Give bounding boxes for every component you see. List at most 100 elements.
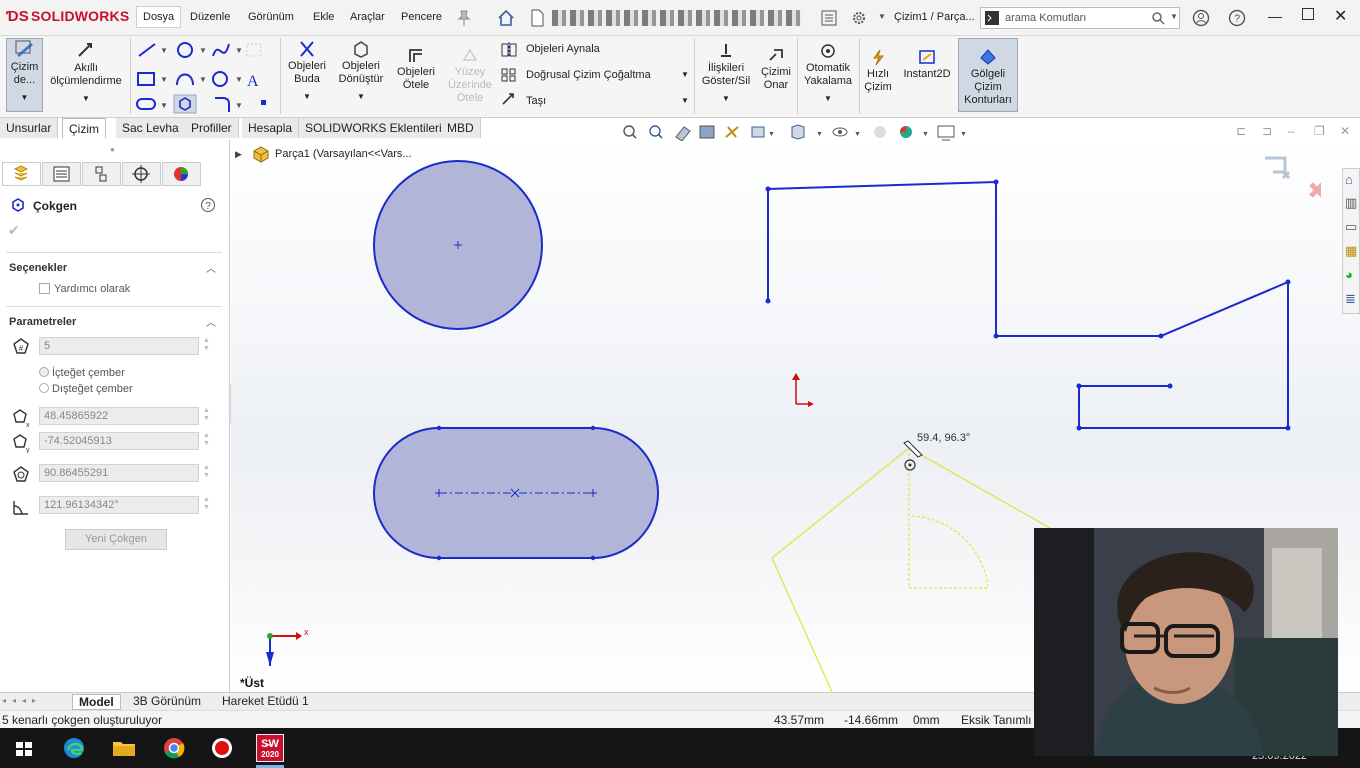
propertymanager-tab[interactable] bbox=[42, 162, 81, 186]
center-y-spinner[interactable]: ▲ ▼ bbox=[203, 432, 211, 448]
confirmation-corner[interactable] bbox=[1261, 150, 1321, 210]
center-x-spinner[interactable]: ▲ ▼ bbox=[203, 407, 211, 423]
sides-spinner[interactable]: ▲ ▼ bbox=[203, 337, 211, 353]
tree-expand-icon[interactable]: ▶ bbox=[235, 149, 242, 160]
chevron-up-icon[interactable]: ︿ bbox=[206, 314, 216, 329]
tab-features[interactable]: Unsurlar bbox=[0, 118, 59, 138]
screen-recorder-icon[interactable] bbox=[208, 734, 236, 762]
collapse-left-icon[interactable]: ⊏ bbox=[1236, 124, 1246, 138]
tab-sheet-metal[interactable]: Sac Levha bbox=[116, 118, 186, 138]
section-view-icon[interactable] bbox=[699, 125, 715, 139]
file-explorer-icon[interactable] bbox=[110, 734, 138, 762]
display-style-icon[interactable]: ▼ bbox=[791, 124, 823, 140]
linear-pattern-button[interactable]: Doğrusal Çizim Çoğaltma bbox=[526, 69, 651, 81]
windows-start-icon[interactable] bbox=[10, 734, 38, 762]
tab-sketch[interactable]: Çizim bbox=[62, 118, 106, 138]
feature-tree-root[interactable]: Parça1 (Varsayılan<<Vars... bbox=[275, 148, 412, 160]
offset-on-surface-button[interactable]: Yüzey Üzerinde Ötele bbox=[446, 46, 494, 105]
hide-show-items-icon[interactable]: ▼ bbox=[832, 127, 861, 138]
collapse-right-icon[interactable]: ⊐ bbox=[1262, 124, 1272, 138]
gear-icon[interactable] bbox=[850, 9, 868, 27]
document-close-button[interactable]: ✕ bbox=[1340, 124, 1350, 138]
convert-entities-button[interactable]: Objeleri Dönüştür ▼ bbox=[333, 40, 389, 103]
minimize-window-button[interactable]: — bbox=[1268, 8, 1282, 24]
displaymanager-tab[interactable] bbox=[162, 162, 201, 186]
view-palette-icon[interactable]: ▦ bbox=[1345, 243, 1357, 259]
view-orientation-icon[interactable]: ▼ bbox=[751, 126, 775, 138]
dynamic-annotation-icon[interactable] bbox=[725, 126, 739, 138]
chevron-down-icon[interactable]: ▼ bbox=[878, 12, 886, 21]
shaded-sketch-contours-button[interactable]: Gölgeli Çizim Konturları bbox=[958, 38, 1018, 112]
mirror-entities-button[interactable]: Objeleri Aynala bbox=[526, 43, 600, 55]
sketch-button[interactable]: Çizim de... ▼ bbox=[6, 38, 43, 112]
user-account-icon[interactable] bbox=[1192, 9, 1210, 27]
tab-addins[interactable]: SOLIDWORKS Eklentileri bbox=[299, 118, 449, 138]
panel-collapse-handle[interactable]: ● bbox=[110, 145, 115, 154]
edge-browser-icon[interactable] bbox=[60, 734, 88, 762]
document-minimize-button[interactable]: – bbox=[1288, 124, 1295, 138]
diameter-field[interactable]: 90.86455291 bbox=[39, 464, 199, 482]
document-restore-button[interactable]: ❐ bbox=[1314, 124, 1325, 138]
search-commands-field[interactable]: arama Komutları ▼ bbox=[980, 7, 1180, 29]
search-icon[interactable] bbox=[1151, 11, 1165, 25]
new-polygon-button[interactable]: Yeni Çokgen bbox=[65, 529, 167, 550]
search-dropdown-icon[interactable]: ▼ bbox=[1170, 12, 1178, 21]
angle-field[interactable]: 121.96134342° bbox=[39, 496, 199, 514]
featuremanager-tab[interactable] bbox=[2, 162, 41, 186]
view-settings-icon[interactable]: ▼ bbox=[937, 125, 967, 141]
menu-view[interactable]: Görünüm bbox=[248, 11, 294, 23]
diameter-spinner[interactable]: ▲ ▼ bbox=[203, 464, 211, 480]
tab-motion-study[interactable]: Hareket Etüdü 1 bbox=[216, 694, 315, 710]
help-icon[interactable]: ? bbox=[1228, 9, 1246, 27]
center-y-field[interactable]: -74.52045913 bbox=[39, 432, 199, 450]
previous-view-icon[interactable] bbox=[675, 126, 691, 142]
circumscribed-circle-radio[interactable]: Dışteğet çember bbox=[39, 383, 133, 395]
tab-evaluate[interactable]: Hesapla bbox=[242, 118, 300, 138]
apply-scene-icon[interactable]: ▼ bbox=[900, 126, 929, 138]
solidworks-taskbar-icon[interactable]: S̶W 2020 bbox=[256, 734, 284, 762]
chevron-up-icon[interactable]: ︿ bbox=[206, 260, 216, 275]
custom-properties-icon[interactable]: ≣ bbox=[1345, 291, 1356, 307]
configurationmanager-tab[interactable] bbox=[82, 162, 121, 186]
move-dropdown-icon[interactable]: ▼ bbox=[681, 96, 689, 105]
construction-checkbox[interactable] bbox=[39, 283, 50, 294]
file-explorer-icon[interactable]: ▭ bbox=[1345, 219, 1357, 235]
move-entities-button[interactable]: Taşı bbox=[526, 95, 546, 107]
trim-entities-button[interactable]: Objeleri Buda ▼ bbox=[284, 40, 330, 103]
linear-pattern-dropdown-icon[interactable]: ▼ bbox=[681, 70, 689, 79]
sides-count-field[interactable]: 5 bbox=[39, 337, 199, 355]
maximize-window-button[interactable] bbox=[1302, 8, 1314, 20]
angle-spinner[interactable]: ▲ ▼ bbox=[203, 496, 211, 512]
menu-insert[interactable]: Ekle bbox=[313, 11, 334, 23]
zoom-to-area-icon[interactable] bbox=[649, 125, 663, 139]
tab-3d-views[interactable]: 3B Görünüm bbox=[127, 694, 207, 710]
tab-model[interactable]: Model bbox=[72, 694, 121, 710]
ok-checkmark-button[interactable]: ✔ bbox=[8, 222, 20, 239]
display-delete-relations-button[interactable]: İlişkileri Göster/Sil ▼ bbox=[699, 42, 753, 105]
menu-window[interactable]: Pencere bbox=[401, 11, 442, 23]
offset-entities-button[interactable]: Objeleri Ötele bbox=[392, 46, 440, 92]
menu-file[interactable]: Dosya bbox=[136, 6, 182, 28]
quick-access-toolbar[interactable] bbox=[552, 10, 802, 26]
solidworks-logo[interactable]: ƊS SOLIDWORKS bbox=[6, 8, 129, 25]
smart-dimension-button[interactable]: Akıllı ölçümlendirme ▼ bbox=[48, 40, 124, 105]
rapid-sketch-button[interactable]: Hızlı Çizim bbox=[862, 48, 894, 94]
chrome-browser-icon[interactable] bbox=[160, 734, 188, 762]
polyline-vertices[interactable] bbox=[765, 179, 1291, 431]
options-list-icon[interactable] bbox=[820, 9, 838, 27]
design-library-icon[interactable]: ▥ bbox=[1345, 195, 1357, 211]
tab-mbd[interactable]: MBD bbox=[441, 118, 481, 138]
tab-scroll-arrows[interactable]: ◂◂◂▸ bbox=[2, 696, 42, 705]
menu-tools[interactable]: Araçlar bbox=[350, 11, 385, 23]
center-x-field[interactable]: 48.45865922 bbox=[39, 407, 199, 425]
home-icon[interactable] bbox=[497, 9, 515, 27]
home-icon[interactable]: ⌂ bbox=[1345, 172, 1353, 187]
sketch-entities-group[interactable]: ▼ ▼ ▼ ▼ ▼ ▼ A ▼ ▼ bbox=[135, 40, 275, 114]
appearances-icon[interactable]: ◕ bbox=[1345, 267, 1353, 282]
close-window-button[interactable]: ✕ bbox=[1334, 6, 1347, 26]
pin-icon[interactable] bbox=[455, 9, 473, 27]
edit-appearance-icon[interactable] bbox=[874, 126, 886, 138]
new-document-icon[interactable] bbox=[528, 9, 546, 27]
help-icon[interactable]: ? bbox=[200, 197, 216, 213]
sketch-polyline[interactable] bbox=[767, 180, 1289, 429]
